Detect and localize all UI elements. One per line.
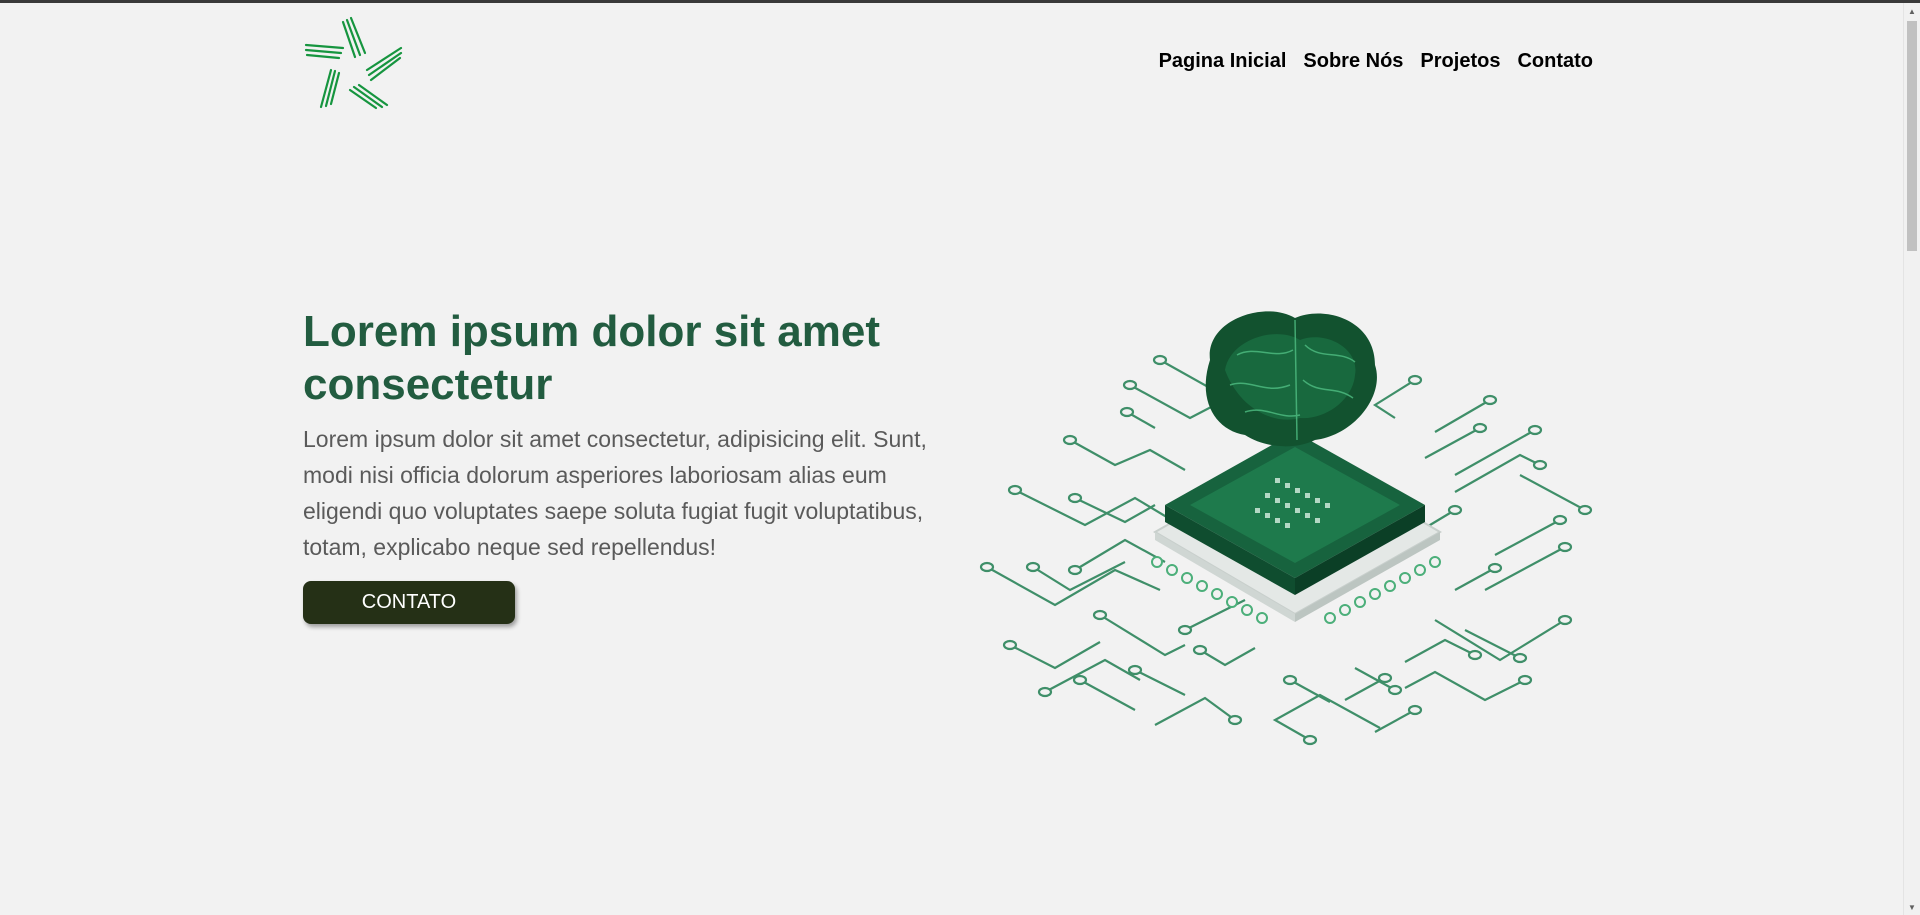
nav-contato[interactable]: Contato — [1517, 50, 1593, 73]
hero-title: Lorem ipsum dolor sit amet consectetur — [303, 307, 880, 409]
nav-pagina-inicial[interactable]: Pagina Inicial — [1159, 50, 1287, 73]
ai-brain-chip-illustration — [975, 300, 1595, 760]
window-top-border — [0, 0, 1920, 3]
nav-projetos[interactable]: Projetos — [1420, 50, 1500, 73]
hero-section: Lorem ipsum dolor sit amet consectetur L… — [303, 305, 943, 624]
nav-sobre-nos[interactable]: Sobre Nós — [1303, 50, 1403, 73]
vertical-scrollbar[interactable]: ▲ ▼ — [1903, 3, 1920, 915]
green-star-logo-icon[interactable] — [303, 15, 405, 110]
scroll-up-arrow-icon[interactable]: ▲ — [1904, 5, 1920, 19]
hero-description: Lorem ipsum dolor sit amet consectetur, … — [303, 426, 927, 560]
scroll-down-arrow-icon[interactable]: ▼ — [1904, 901, 1920, 915]
contato-button[interactable]: CONTATO — [303, 581, 515, 624]
main-nav: Pagina Inicial Sobre Nós Projetos Contat… — [1159, 50, 1593, 73]
scrollbar-thumb[interactable] — [1907, 21, 1917, 251]
